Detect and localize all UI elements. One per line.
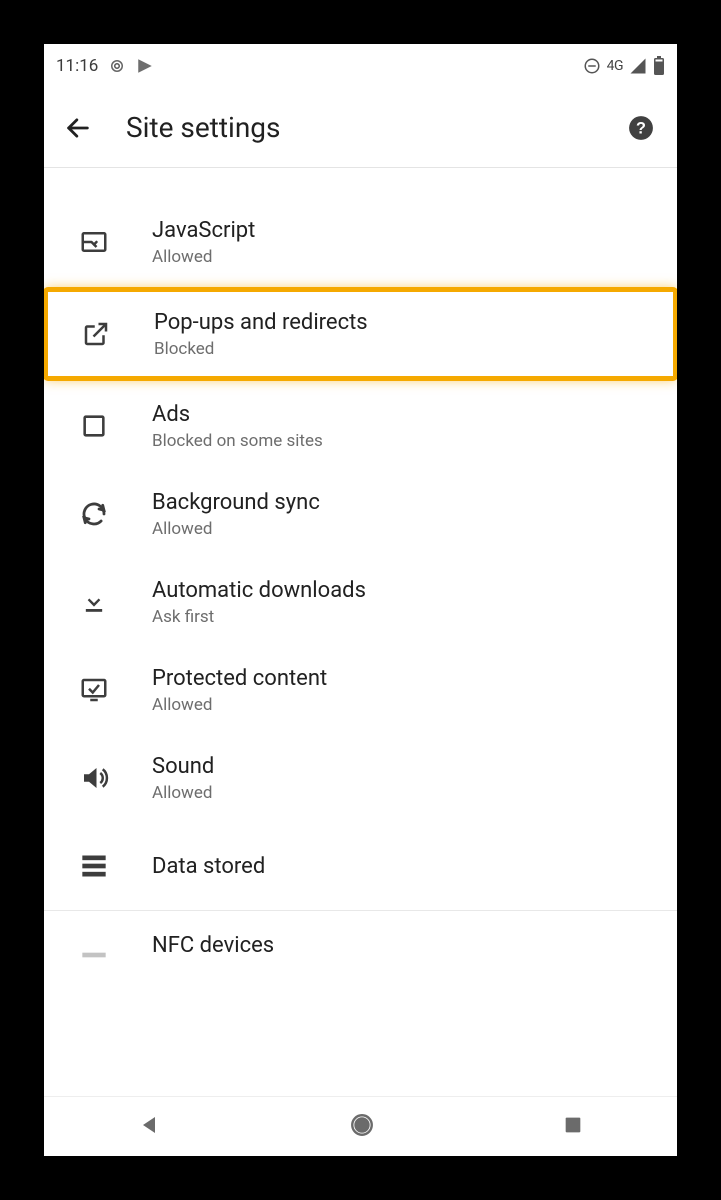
system-nav-bar	[44, 1096, 677, 1156]
row-title: Background sync	[152, 490, 320, 515]
row-subtitle: Ask first	[152, 607, 366, 627]
setting-row-protected-content[interactable]: Protected content Allowed	[44, 646, 677, 734]
javascript-icon	[72, 220, 116, 264]
setting-row-automatic-downloads[interactable]: Automatic downloads Ask first	[44, 558, 677, 646]
row-subtitle: Allowed	[152, 519, 320, 539]
row-title: NFC devices	[152, 933, 274, 958]
page-title: Site settings	[126, 111, 280, 144]
status-time: 11:16	[56, 56, 98, 76]
row-title: Sound	[152, 754, 214, 779]
status-bar: 11:16 4G	[44, 44, 677, 88]
setting-row-popups[interactable]: Pop-ups and redirects Blocked	[46, 290, 675, 378]
row-subtitle: Allowed	[152, 783, 214, 803]
signal-icon	[629, 57, 647, 75]
download-icon	[72, 580, 116, 624]
row-title: Pop-ups and redirects	[154, 310, 368, 335]
row-title: Ads	[152, 402, 323, 427]
network-type-label: 4G	[607, 58, 623, 74]
row-subtitle: Blocked on some sites	[152, 431, 323, 451]
ads-icon	[72, 404, 116, 448]
setting-row-data-stored[interactable]: Data stored	[44, 822, 677, 910]
do-not-disturb-icon	[583, 57, 601, 75]
arrow-back-icon	[64, 114, 92, 142]
sound-icon	[72, 756, 116, 800]
row-subtitle: Allowed	[152, 695, 327, 715]
help-icon: ?	[628, 115, 654, 141]
open-in-new-icon	[74, 312, 118, 356]
play-store-icon	[136, 57, 154, 75]
nav-recents-button[interactable]	[532, 1104, 614, 1149]
storage-icon	[72, 844, 116, 888]
nav-back-button[interactable]	[108, 1103, 192, 1150]
app-bar: Site settings ?	[44, 88, 677, 168]
sync-icon	[72, 492, 116, 536]
svg-text:?: ?	[636, 119, 646, 137]
nfc-icon	[72, 933, 116, 961]
row-subtitle: Blocked	[154, 339, 368, 359]
row-title: Protected content	[152, 666, 327, 691]
square-recents-icon	[562, 1114, 584, 1136]
settings-list: JavaScript Allowed Pop-ups and redirects…	[44, 168, 677, 961]
setting-row-background-sync[interactable]: Background sync Allowed	[44, 470, 677, 558]
battery-icon	[653, 56, 665, 76]
row-title: Automatic downloads	[152, 578, 366, 603]
setting-row-ads[interactable]: Ads Blocked on some sites	[44, 382, 677, 470]
circle-home-icon	[349, 1112, 375, 1138]
triangle-back-icon	[138, 1113, 162, 1137]
setting-row-sound[interactable]: Sound Allowed	[44, 734, 677, 822]
row-title: Data stored	[152, 854, 265, 879]
setting-row-javascript[interactable]: JavaScript Allowed	[44, 198, 677, 286]
nav-home-button[interactable]	[319, 1102, 405, 1151]
row-subtitle: Allowed	[152, 247, 255, 267]
row-title: JavaScript	[152, 218, 255, 243]
screen: 11:16 4G Site set	[44, 44, 677, 1156]
protected-content-icon	[72, 668, 116, 712]
setting-row-nfc-devices[interactable]: NFC devices	[44, 911, 677, 961]
hotspot-icon	[108, 57, 126, 75]
help-button[interactable]: ?	[621, 108, 661, 148]
back-button[interactable]	[54, 104, 102, 152]
